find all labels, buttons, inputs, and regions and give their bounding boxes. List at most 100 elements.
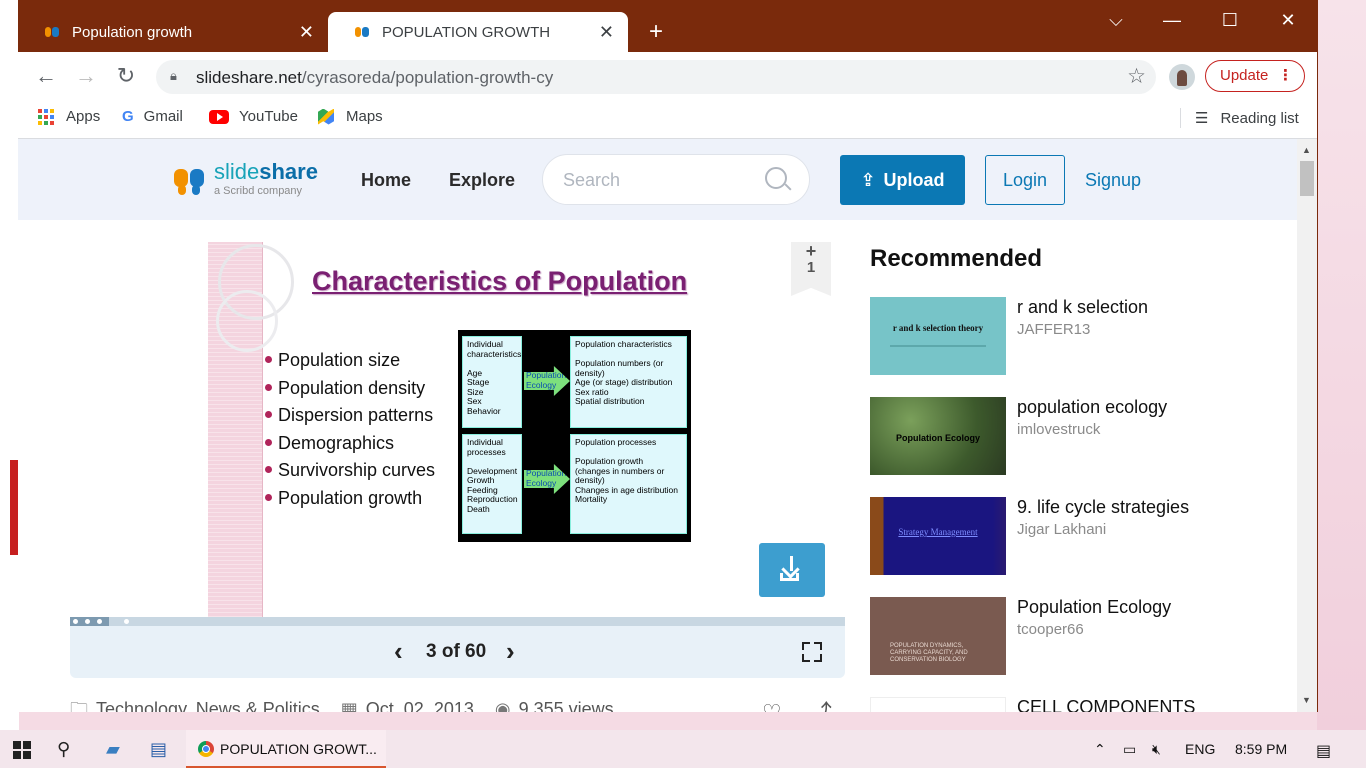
- maximize-icon[interactable]: ☐: [1216, 10, 1244, 31]
- recommended-heading: Recommended: [870, 245, 1043, 272]
- recommended-title[interactable]: CELL COMPONENTS: [1017, 697, 1195, 712]
- tab-population-growth-active[interactable]: POPULATION GROWTH ✕: [328, 12, 628, 52]
- bookmark-apps[interactable]: Apps: [38, 108, 100, 125]
- bookmark-maps[interactable]: Maps: [318, 108, 383, 125]
- slide-bullet: Demographics: [264, 433, 435, 461]
- taskbar: ⚲ ▰ ▤ POPULATION GROWT... ⌃ ▭ 🔇︎ ENG 8:5…: [0, 730, 1366, 768]
- bookmark-gmail[interactable]: G Gmail: [122, 108, 183, 125]
- taskbar-chrome-task[interactable]: POPULATION GROWT...: [186, 730, 386, 768]
- back-arrow-icon[interactable]: ←: [32, 62, 60, 90]
- bookmark-label: Apps: [66, 108, 101, 125]
- share-icon[interactable]: ⤴: [810, 700, 832, 712]
- slide-meta: 🗀︎ Technology, News & Politics ▦ Oct. 02, …: [70, 697, 630, 712]
- battery-icon[interactable]: ▭: [1123, 741, 1136, 758]
- nav-explore[interactable]: Explore: [449, 170, 515, 191]
- reload-icon[interactable]: ↻: [112, 62, 140, 90]
- url-path: /cyrasoreda/population-growth-cy: [301, 68, 554, 87]
- recommended-item[interactable]: POPULATION DYNAMICS, CARRYING CAPACITY, …: [870, 597, 1290, 677]
- heart-icon[interactable]: ♡: [762, 700, 782, 712]
- upload-icon: ⇪: [860, 170, 876, 190]
- progress-dot: [97, 619, 102, 624]
- logo-subtitle: a Scribd company: [214, 185, 303, 197]
- new-tab-button[interactable]: +: [644, 18, 668, 46]
- forward-arrow-icon[interactable]: →: [72, 62, 100, 90]
- search-icon[interactable]: [765, 167, 787, 189]
- recommended-thumbnail[interactable]: Strategy Management: [870, 497, 1006, 575]
- nav-home[interactable]: Home: [361, 170, 411, 191]
- recommended-author[interactable]: imlovestruck: [1017, 421, 1100, 438]
- recommended-author[interactable]: Jigar Lakhani: [1017, 521, 1106, 538]
- minimize-icon[interactable]: —: [1158, 10, 1186, 31]
- recommended-item[interactable]: r and k selection theory r and k selecti…: [870, 297, 1290, 377]
- search-icon[interactable]: ⚲: [57, 739, 70, 760]
- diagram-box-population-characteristics: Population characteristics Population nu…: [570, 336, 687, 428]
- recommended-title[interactable]: 9. life cycle strategies: [1017, 497, 1189, 518]
- language-indicator[interactable]: ENG: [1185, 741, 1215, 757]
- recommended-item[interactable]: Population Ecology population ecology im…: [870, 397, 1290, 477]
- scroll-down-icon[interactable]: ▼: [1302, 695, 1311, 705]
- close-tab-icon[interactable]: ✕: [299, 22, 314, 43]
- search-input[interactable]: Search: [542, 154, 810, 205]
- slide-viewer[interactable]: Characteristics of Population Population…: [208, 242, 838, 617]
- bookmark-youtube[interactable]: YouTube: [209, 108, 298, 125]
- tab-title: Population growth: [72, 23, 193, 41]
- profile-avatar[interactable]: [1169, 64, 1195, 90]
- windows-start-icon[interactable]: [13, 741, 31, 759]
- address-bar-url[interactable]: slideshare.net/cyrasoreda/population-gro…: [196, 68, 553, 88]
- recommended-thumbnail[interactable]: [870, 697, 1006, 712]
- recommended-item[interactable]: Strategy Management 9. life cycle strate…: [870, 497, 1290, 577]
- notifications-icon[interactable]: ▤: [1316, 741, 1331, 761]
- thumbnail-caption: Strategy Management: [898, 527, 978, 537]
- bookmarks-bar: Apps G Gmail YouTube Maps ☰ Reading list: [18, 100, 1317, 139]
- category-link[interactable]: Technology, News & Politics: [96, 699, 320, 712]
- youtube-icon: [209, 109, 229, 124]
- recommended-title[interactable]: r and k selection: [1017, 297, 1148, 318]
- slideshare-logo-icon: [174, 163, 206, 195]
- tab-population-growth[interactable]: Population growth ✕: [18, 12, 328, 52]
- recommended-thumbnail[interactable]: r and k selection theory: [870, 297, 1006, 375]
- recommended-item[interactable]: CELL COMPONENTS: [870, 697, 1290, 712]
- clip-count: 1: [806, 259, 816, 276]
- desktop-right-strip: [1317, 0, 1366, 730]
- file-manager-icon[interactable]: ▰: [106, 739, 120, 760]
- slide-title: Characteristics of Population: [312, 266, 688, 296]
- network-app-icon[interactable]: ▤: [150, 739, 167, 760]
- upload-button[interactable]: ⇪ Upload: [840, 155, 965, 205]
- tab-title: POPULATION GROWTH: [382, 23, 551, 41]
- close-tab-icon[interactable]: ✕: [599, 22, 614, 43]
- slide-bullet: Population size: [264, 350, 435, 378]
- recommended-author[interactable]: JAFFER13: [1017, 321, 1090, 338]
- download-button[interactable]: [759, 543, 825, 597]
- address-bar[interactable]: 🔒︎ slideshare.net/cyrasoreda/population-…: [156, 60, 1156, 94]
- fullscreen-icon[interactable]: [802, 642, 822, 662]
- slide-bullet: Dispersion patterns: [264, 405, 435, 433]
- scrollbar-thumb[interactable]: [1300, 161, 1314, 196]
- recommended-title[interactable]: Population Ecology: [1017, 597, 1171, 618]
- update-label: Update: [1220, 67, 1269, 84]
- tab-search-chevron-icon[interactable]: ⌵: [1102, 10, 1130, 31]
- clip-plus-icon: +: [805, 241, 817, 261]
- bookmark-label: Maps: [346, 108, 383, 125]
- page-scrollbar[interactable]: ▲ ▼: [1297, 139, 1317, 712]
- recommended-title[interactable]: population ecology: [1017, 397, 1167, 418]
- clock[interactable]: 8:59 PM: [1235, 741, 1287, 757]
- previous-slide-icon[interactable]: ‹: [394, 636, 403, 667]
- login-button[interactable]: Login: [985, 155, 1065, 205]
- recommended-author[interactable]: tcooper66: [1017, 621, 1084, 638]
- recommended-thumbnail[interactable]: POPULATION DYNAMICS, CARRYING CAPACITY, …: [870, 597, 1006, 675]
- slide-progress-bar[interactable]: [70, 617, 845, 626]
- tray-chevron-icon[interactable]: ⌃: [1094, 741, 1106, 758]
- browser-window: Population growth ✕ POPULATION GROWTH ✕ …: [18, 0, 1318, 712]
- scroll-up-icon[interactable]: ▲: [1302, 145, 1311, 155]
- recommended-thumbnail[interactable]: Population Ecology: [870, 397, 1006, 475]
- signup-link[interactable]: Signup: [1085, 170, 1141, 191]
- close-window-icon[interactable]: ✕: [1274, 10, 1302, 31]
- progress-dot: [73, 619, 78, 624]
- slide-controls: ‹ 3 of 60 ›: [70, 626, 845, 678]
- clip-slide-button[interactable]: + 1: [791, 242, 831, 296]
- volume-muted-icon[interactable]: 🔇︎: [1152, 741, 1161, 758]
- update-button[interactable]: Update ⋮: [1205, 60, 1305, 92]
- next-slide-icon[interactable]: ›: [506, 636, 515, 667]
- bookmark-star-icon[interactable]: ☆: [1127, 64, 1146, 89]
- reading-list-button[interactable]: ☰ Reading list: [1180, 108, 1299, 128]
